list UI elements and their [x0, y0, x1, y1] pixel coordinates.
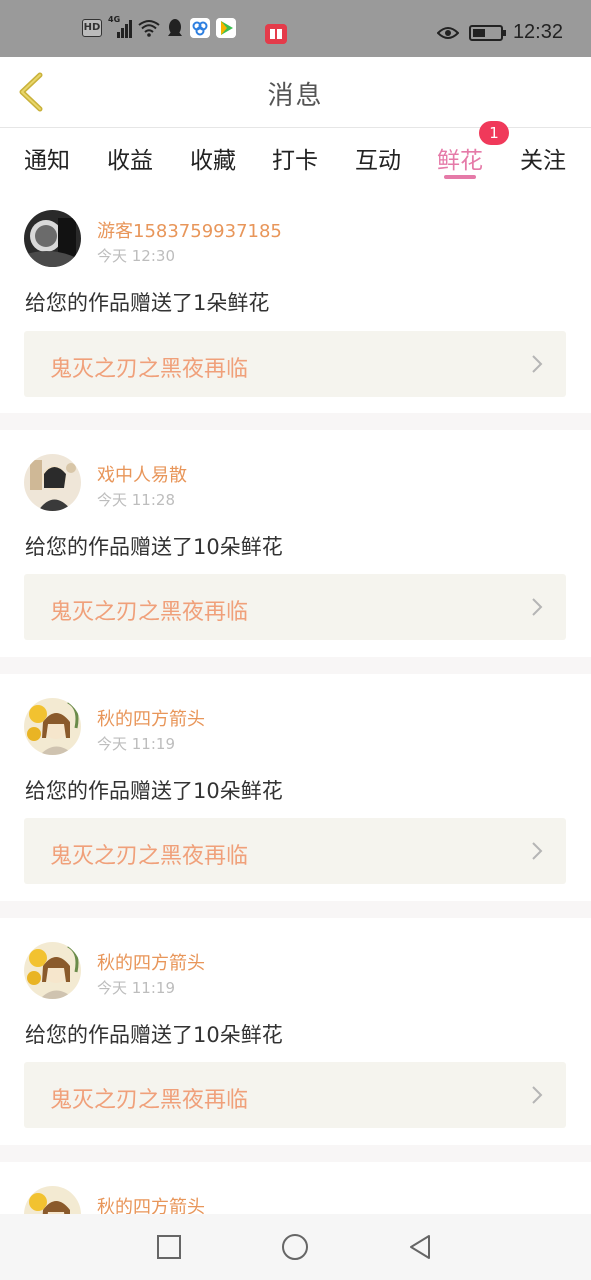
tab-notifications[interactable]: 通知 — [24, 141, 70, 175]
video-app-icon — [216, 18, 236, 38]
work-title: 鬼灭之刃之黑夜再临 — [50, 600, 249, 625]
message-time: 今天 11:28 — [97, 491, 175, 509]
app-icon — [190, 18, 210, 38]
signal-icon: 4G — [108, 15, 132, 38]
user-name[interactable]: 秋的四方箭头 — [97, 949, 205, 975]
user-name[interactable]: 秋的四方箭头 — [97, 1193, 205, 1214]
message-text: 给您的作品赠送了10朵鲜花 — [25, 779, 283, 803]
message-text: 给您的作品赠送了10朵鲜花 — [25, 1023, 283, 1047]
message-time: 今天 11:19 — [97, 735, 175, 753]
tab-flowers[interactable]: 鲜花 — [437, 141, 483, 175]
recent-apps-icon[interactable] — [155, 1233, 183, 1261]
avatar[interactable] — [24, 942, 81, 999]
tab-favorites[interactable]: 收藏 — [190, 141, 236, 175]
chevron-right-icon — [532, 842, 543, 860]
qq-icon — [168, 19, 182, 36]
chevron-right-icon — [532, 598, 543, 616]
message-text: 给您的作品赠送了10朵鲜花 — [25, 535, 283, 559]
divider — [0, 901, 591, 918]
avatar[interactable] — [24, 210, 81, 267]
tab-follows[interactable]: 关注 — [520, 141, 566, 175]
chevron-right-icon — [532, 355, 543, 373]
status-icons-left: HD 4G — [82, 15, 236, 38]
work-title: 鬼灭之刃之黑夜再临 — [50, 357, 249, 382]
tab-earnings[interactable]: 收益 — [107, 141, 153, 175]
reader-app-icon — [265, 24, 287, 44]
header: 消息 — [0, 57, 591, 128]
back-icon[interactable] — [406, 1233, 434, 1261]
avatar[interactable] — [24, 1186, 81, 1214]
user-name[interactable]: 秋的四方箭头 — [97, 705, 205, 731]
tab-checkin[interactable]: 打卡 — [272, 141, 318, 175]
message-text: 给您的作品赠送了1朵鲜花 — [25, 291, 270, 315]
divider — [0, 413, 591, 430]
list-item: 游客1583759937185 今天 12:30 给您的作品赠送了1朵鲜花 鬼灭… — [0, 188, 591, 413]
work-link-card[interactable]: 鬼灭之刃之黑夜再临 — [24, 331, 566, 397]
message-time: 今天 12:30 — [97, 247, 175, 265]
user-name[interactable]: 戏中人易散 — [97, 461, 187, 487]
list-item: 秋的四方箭头 今天 11:19 给您的作品赠送了10朵鲜花 鬼灭之刃之黑夜再临 — [0, 674, 591, 901]
work-link-card[interactable]: 鬼灭之刃之黑夜再临 — [24, 574, 566, 640]
tab-interactions[interactable]: 互动 — [355, 141, 401, 175]
list-item: 戏中人易散 今天 11:28 给您的作品赠送了10朵鲜花 鬼灭之刃之黑夜再临 — [0, 430, 591, 657]
work-link-card[interactable]: 鬼灭之刃之黑夜再临 — [24, 818, 566, 884]
eye-icon — [436, 26, 459, 39]
chevron-right-icon — [532, 1086, 543, 1104]
divider — [0, 657, 591, 674]
system-nav-bar — [0, 1214, 591, 1280]
divider — [0, 1145, 591, 1162]
message-time: 今天 11:19 — [97, 979, 175, 997]
wifi-icon — [138, 20, 160, 37]
active-tab-indicator — [444, 175, 476, 179]
page-title: 消息 — [267, 81, 324, 111]
work-title: 鬼灭之刃之黑夜再临 — [50, 844, 249, 869]
unread-badge: 1 — [479, 121, 509, 145]
home-icon[interactable] — [281, 1233, 309, 1261]
status-bar: HD 4G 12:32 — [0, 0, 591, 57]
status-icons-right: 12:32 — [436, 21, 563, 44]
clock: 12:32 — [512, 21, 563, 43]
work-link-card[interactable]: 鬼灭之刃之黑夜再临 — [24, 1062, 566, 1128]
work-title: 鬼灭之刃之黑夜再临 — [50, 1088, 249, 1113]
battery-icon — [468, 24, 506, 41]
avatar[interactable] — [24, 698, 81, 755]
network-type-label: 4G — [108, 15, 121, 24]
hd-icon: HD — [82, 19, 102, 37]
list-item: 秋的四方箭头 今天 11:19 给您的作品赠送了10朵鲜花 鬼灭之刃之黑夜再临 — [0, 918, 591, 1145]
list-item: 秋的四方箭头 — [0, 1162, 591, 1214]
user-name[interactable]: 游客1583759937185 — [97, 217, 282, 243]
avatar[interactable] — [24, 454, 81, 511]
